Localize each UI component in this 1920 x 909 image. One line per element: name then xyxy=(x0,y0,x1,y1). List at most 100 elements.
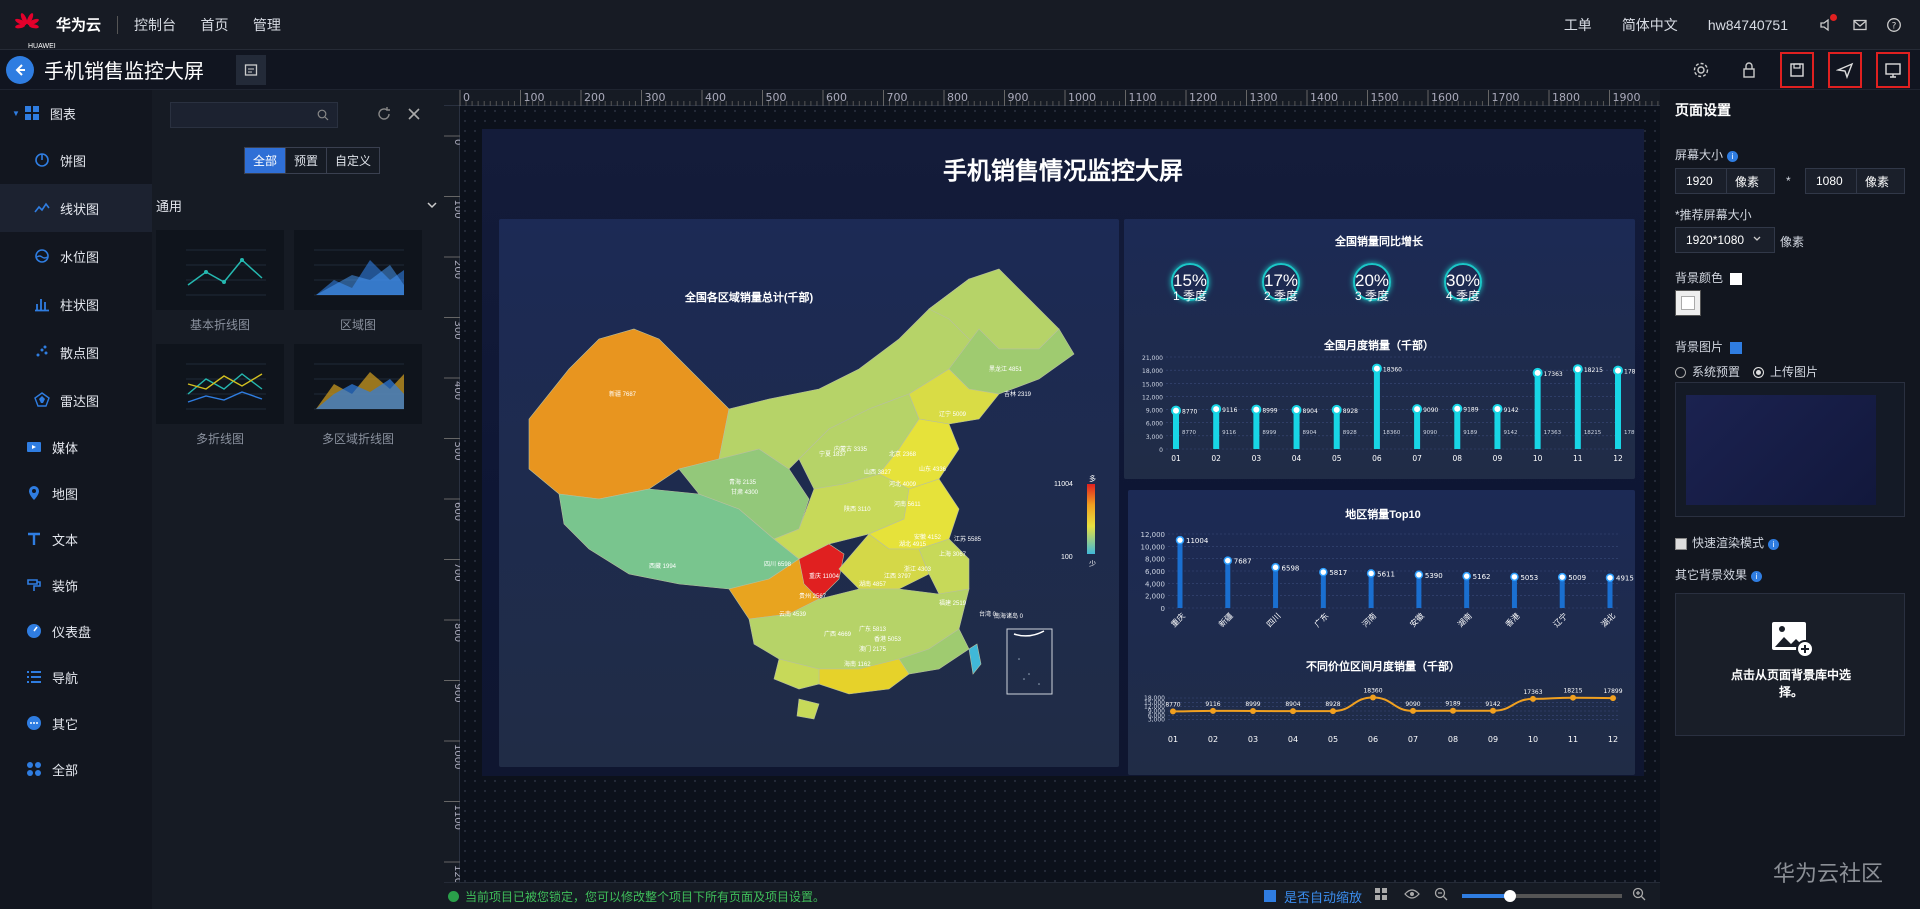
chevron-down-icon[interactable] xyxy=(426,198,438,216)
language-select[interactable]: 简体中文 xyxy=(1622,15,1678,35)
width-input[interactable]: 1920 像素 xyxy=(1675,168,1775,194)
back-button[interactable] xyxy=(6,55,34,84)
send-icon xyxy=(1836,62,1854,79)
category-map[interactable]: 地图 xyxy=(0,470,152,516)
x-tick-label: 07 xyxy=(1408,735,1418,744)
color-picker-button[interactable] xyxy=(1675,290,1701,316)
zoom-slider-handle[interactable] xyxy=(1504,890,1516,902)
screen-title: 手机销售情况监控大屏 xyxy=(943,158,1183,185)
page-switch-button[interactable] xyxy=(236,54,266,85)
map-region-label: 澳门 2175 xyxy=(859,647,887,653)
nav-item-scatter[interactable]: 散点图 xyxy=(0,328,152,376)
help-icon[interactable]: ? xyxy=(1886,17,1902,33)
tab-custom[interactable]: 自定义 xyxy=(327,148,379,173)
category-navigation[interactable]: 导航 xyxy=(0,654,152,700)
horizontal-ruler: 0 100 200 300 400 500 600 700 800 900 1000 1100 1200… xyxy=(444,90,1665,106)
ticket-link[interactable]: 工单 xyxy=(1564,15,1592,35)
zoom-in-icon[interactable] xyxy=(1632,887,1646,906)
data-label: 9090 xyxy=(1423,407,1438,414)
preview-button[interactable] xyxy=(1876,52,1910,88)
component-filter-tabs: 全部 预置 自定义 xyxy=(244,147,381,174)
info-icon[interactable]: i xyxy=(1768,539,1780,550)
nav-group-label: 全部 xyxy=(52,762,79,778)
nav-item-radar[interactable]: 雷达图 xyxy=(0,376,152,424)
category-text[interactable]: 文本 xyxy=(0,516,152,562)
map-region-label: 福建 2519 xyxy=(939,601,967,607)
refresh-icon[interactable] xyxy=(376,106,392,127)
bar-bottom-label: 17899 xyxy=(1624,430,1635,436)
china-map xyxy=(528,268,1095,720)
nav-item-pie[interactable]: 饼图 xyxy=(0,136,152,184)
close-icon[interactable] xyxy=(406,106,422,127)
y-tick-label: 6,000 xyxy=(1146,421,1163,428)
thumb-multi-area[interactable] xyxy=(294,344,422,424)
thumb-basic-line[interactable] xyxy=(156,230,284,310)
category-all[interactable]: 全部 xyxy=(0,746,152,792)
save-button[interactable] xyxy=(1780,52,1814,88)
bg-library-picker[interactable]: 点击从页面背景库中选择。 xyxy=(1675,593,1905,736)
bg-image-preview[interactable] xyxy=(1675,382,1905,517)
line-point xyxy=(1290,708,1296,715)
tab-all[interactable]: 全部 xyxy=(245,148,287,173)
dashboard-screen[interactable]: 手机销售情况监控大屏 全国各区域销量总计(千部) 11004 100 多 少 新… xyxy=(482,129,1644,776)
growth-title: 全国销量同比增长 xyxy=(1335,236,1423,248)
add-image-icon xyxy=(1771,621,1814,662)
data-label: 5817 xyxy=(1329,569,1347,577)
radio-upload[interactable]: 上传图片 xyxy=(1753,363,1818,380)
notification-icon[interactable] xyxy=(1818,13,1837,33)
lock-button[interactable] xyxy=(1732,52,1766,88)
x-tick-label: 03 xyxy=(1248,735,1258,744)
category-media[interactable]: 媒体 xyxy=(0,424,152,470)
height-input[interactable]: 1080 像素 xyxy=(1805,168,1905,194)
mail-icon[interactable] xyxy=(1852,17,1868,33)
search-icon xyxy=(317,109,329,121)
map-region-label: 江苏 5585 xyxy=(954,537,982,543)
category-other[interactable]: 其它 xyxy=(0,700,152,746)
info-icon[interactable]: i xyxy=(1751,571,1763,582)
radio-circle-selected[interactable] xyxy=(1753,367,1764,379)
grid-view-icon[interactable] xyxy=(1374,887,1388,906)
top10-panel[interactable]: 地区销量Top10 0 2,000 4,000 6,000 8,000 10,000 12,… xyxy=(1128,490,1635,775)
map-panel[interactable]: 全国各区域销量总计(千部) 11004 100 多 少 新疆 7687 西藏 1… xyxy=(499,219,1119,767)
map-region-label: 山东 4336 xyxy=(919,467,947,473)
recommend-size-select[interactable]: 1920*1080 xyxy=(1675,227,1775,253)
zoom-out-icon[interactable] xyxy=(1434,887,1448,906)
settings-button[interactable] xyxy=(1684,52,1718,88)
map-region-label: 安徽 4152 xyxy=(914,535,942,541)
bg-color-swatch[interactable] xyxy=(1730,272,1743,285)
radio-circle[interactable] xyxy=(1675,367,1686,379)
nav-item-line[interactable]: 线状图 xyxy=(0,184,152,232)
publish-button[interactable] xyxy=(1828,52,1862,88)
nav-console[interactable]: 控制台 xyxy=(134,17,176,33)
nav-item-bar[interactable]: 柱状图 xyxy=(0,280,152,328)
nav-manage[interactable]: 管理 xyxy=(253,17,281,33)
bg-image-checkbox[interactable] xyxy=(1730,341,1743,354)
huawei-logo[interactable]: HUAWEI 华为云 xyxy=(14,12,101,50)
component-search-input[interactable] xyxy=(170,102,338,128)
growth-panel[interactable]: 全国销量同比增长 15% 1 季度 17% 2 季度 20% 3 季度 30% 4 季度 全国… xyxy=(1124,219,1635,479)
fast-render-checkbox[interactable] xyxy=(1675,537,1687,550)
price-range-chart: 3,0006,0009,00012,00015,00018,0008770019… xyxy=(1144,687,1623,744)
y-tick-label: 8,000 xyxy=(1145,556,1165,564)
nav-item-water-level[interactable]: 水位图 xyxy=(0,232,152,280)
auto-zoom-checkbox[interactable] xyxy=(1263,890,1276,902)
radio-preset[interactable]: 系统预置 xyxy=(1675,363,1740,380)
data-label: 5162 xyxy=(1473,573,1491,581)
category-dashboard[interactable]: 仪表盘 xyxy=(0,608,152,654)
thumb-multi-line[interactable] xyxy=(156,344,284,424)
thumb-area[interactable] xyxy=(294,230,422,310)
recommend-size-value: 1920*1080 xyxy=(1686,233,1745,247)
bar-cap xyxy=(1510,572,1519,582)
data-label: 11004 xyxy=(1186,537,1209,545)
nav-home[interactable]: 首页 xyxy=(200,17,228,33)
zoom-slider[interactable] xyxy=(1462,890,1622,902)
bar xyxy=(1559,577,1565,608)
username[interactable]: hw84740751 xyxy=(1708,17,1788,33)
category-charts[interactable]: ▼ 图表 xyxy=(0,90,152,136)
data-label: 8999 xyxy=(1245,701,1260,708)
eye-icon[interactable] xyxy=(1404,887,1420,905)
info-icon[interactable]: i xyxy=(1727,151,1739,162)
category-decoration[interactable]: 装饰 xyxy=(0,562,152,608)
map-region-label: 青海 2135 xyxy=(729,480,757,486)
tab-preset[interactable]: 预置 xyxy=(286,148,328,173)
